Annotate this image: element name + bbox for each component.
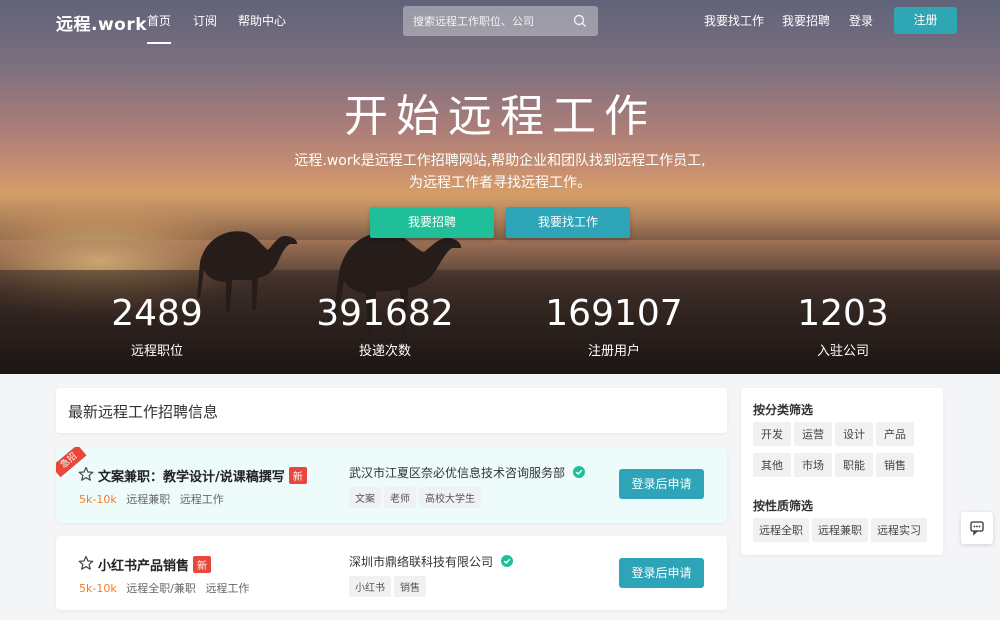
star-icon[interactable] — [78, 466, 94, 482]
job-title[interactable]: 文案兼职：教学设计/说课稿撰写新 — [98, 466, 307, 485]
apply-button[interactable]: 登录后申请 — [619, 558, 704, 588]
chip-intern[interactable]: 远程实习 — [871, 518, 927, 542]
verified-icon — [500, 555, 513, 567]
new-badge: 新 — [288, 467, 307, 484]
chip-design[interactable]: 设计 — [835, 422, 873, 446]
filter-sidebar: 按分类筛选 开发 运营 设计 产品其他 市场 职能 销售 按性质筛选 远程全职 远程兼职 远程实… — [741, 388, 943, 555]
nav-link-help[interactable]: 帮助中心 — [238, 12, 286, 29]
category-filter-title: 按分类筛选 — [753, 403, 814, 417]
chip-fulltime[interactable]: 远程全职 — [753, 518, 809, 542]
verified-icon — [572, 466, 585, 478]
jobs-header-title: 最新远程工作招聘信息 — [68, 403, 219, 421]
job-card[interactable]: 急招 文案兼职：教学设计/说课稿撰写新 5k-10k 远程兼职 远程工作 武汉市… — [56, 447, 727, 523]
job-category: 远程工作 — [205, 582, 250, 595]
apply-button[interactable]: 登录后申请 — [619, 469, 704, 499]
nature-filter-title: 按性质筛选 — [753, 499, 814, 513]
hero-title: 开始远程工作 — [344, 91, 656, 142]
jobs-header: 最新远程工作招聘信息 — [56, 388, 727, 433]
chip-other[interactable]: 其他 — [753, 453, 791, 477]
nav-link-home[interactable]: 首页 — [147, 12, 172, 44]
top-nav: 远程.work 首页 订阅 帮助中心 我要找工作 我要招聘 登录 注册 — [0, 0, 1000, 44]
salary: 5k-10k — [79, 493, 117, 506]
stat-jobs: 2489 远程职位 — [111, 293, 203, 359]
find-job-button[interactable]: 我要找工作 — [506, 207, 630, 238]
stat-companies: 1203 入驻公司 — [797, 293, 889, 359]
chat-icon — [970, 521, 984, 536]
register-button[interactable]: 注册 — [894, 7, 957, 34]
job-tag: 老师 — [384, 487, 416, 508]
salary: 5k-10k — [79, 582, 117, 595]
nav-find-job[interactable]: 我要找工作 — [704, 12, 764, 29]
job-category: 远程工作 — [179, 493, 224, 506]
job-meta: 5k-10k 远程全职/兼职 远程工作 — [79, 580, 255, 596]
job-card[interactable]: 小红书产品销售新 5k-10k 远程全职/兼职 远程工作 深圳市鼎络联科技有限公… — [56, 536, 727, 610]
nature-chips: 远程全职 远程兼职 远程实习 — [753, 518, 948, 549]
nav-hire[interactable]: 我要招聘 — [782, 12, 830, 29]
chip-sales[interactable]: 销售 — [876, 453, 914, 477]
company-name[interactable]: 武汉市江夏区奈必优信息技术咨询服务部 — [349, 464, 585, 481]
chat-button[interactable] — [961, 512, 993, 544]
job-type: 远程兼职 — [126, 493, 171, 506]
chip-marketing[interactable]: 市场 — [794, 453, 832, 477]
nav-link-subscribe[interactable]: 订阅 — [193, 12, 217, 29]
chip-dev[interactable]: 开发 — [753, 422, 791, 446]
search-icon[interactable] — [572, 13, 588, 29]
search-input[interactable] — [413, 12, 563, 30]
job-tag: 销售 — [394, 576, 426, 597]
job-tag: 小红书 — [349, 576, 391, 597]
stat-applications: 391682 投递次数 — [316, 293, 454, 359]
hire-button[interactable]: 我要招聘 — [370, 207, 494, 238]
job-type: 远程全职/兼职 — [126, 582, 196, 595]
category-chips: 开发 运营 设计 产品其他 市场 职能 销售 — [753, 422, 938, 484]
job-tags: 文案 老师 高校大学生 — [349, 487, 484, 508]
chip-function[interactable]: 职能 — [835, 453, 873, 477]
new-badge: 新 — [193, 556, 212, 573]
stat-users: 169107 注册用户 — [545, 293, 683, 359]
job-tag: 文案 — [349, 487, 381, 508]
company-name[interactable]: 深圳市鼎络联科技有限公司 — [349, 553, 513, 570]
nav-login[interactable]: 登录 — [849, 12, 873, 29]
chip-product[interactable]: 产品 — [876, 422, 914, 446]
job-title[interactable]: 小红书产品销售新 — [98, 555, 212, 574]
chip-ops[interactable]: 运营 — [794, 422, 832, 446]
hero-subtitle: 远程.work是远程工作招聘网站,帮助企业和团队找到远程工作员工, 为远程工作者… — [294, 153, 706, 191]
job-tags: 小红书 销售 — [349, 576, 429, 597]
chip-parttime[interactable]: 远程兼职 — [812, 518, 868, 542]
search-box — [403, 6, 598, 36]
star-icon[interactable] — [78, 555, 94, 571]
site-logo[interactable]: 远程.work — [56, 10, 147, 35]
job-tag: 高校大学生 — [419, 487, 481, 508]
job-meta: 5k-10k 远程兼职 远程工作 — [79, 491, 230, 507]
